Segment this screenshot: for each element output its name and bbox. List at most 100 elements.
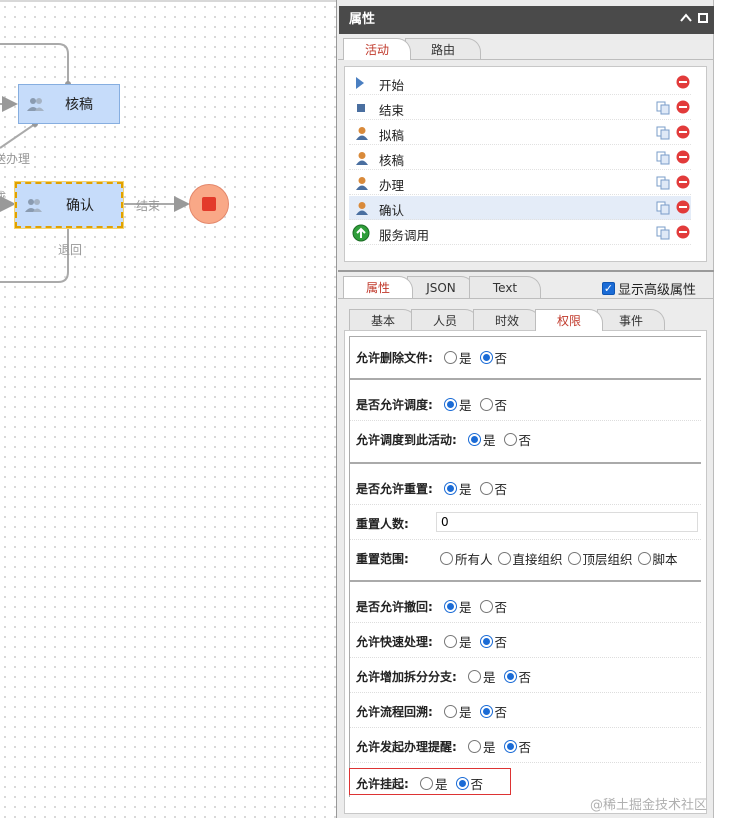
copy-icon[interactable] [656, 126, 670, 143]
delete-icon[interactable] [676, 75, 690, 92]
radio-icon[interactable] [479, 351, 493, 364]
show-advanced-toggle[interactable]: ✓ 显示高级属性 [602, 279, 696, 298]
radio-icon[interactable] [637, 552, 651, 565]
opt-label: 否 [494, 600, 508, 615]
list-item[interactable]: 结束 [349, 96, 691, 120]
collapse-icon[interactable] [680, 6, 692, 34]
radio-icon[interactable] [440, 552, 453, 565]
list-item[interactable]: 核稿 [349, 146, 691, 170]
row-allow-split: 允许增加拆分分支: 是 否 [350, 658, 701, 693]
flow-canvas[interactable]: 核稿 确认 送办理 成 结束 退回 [0, 0, 336, 818]
radio-yes[interactable]: 是 [444, 395, 472, 414]
row-label: 允许快速处理: [356, 635, 433, 649]
sub-tabs: 基本 人员 时效 权限 事件 [349, 309, 665, 331]
radio-icon[interactable] [503, 740, 517, 753]
list-item[interactable]: 拟稿 [349, 121, 691, 145]
tab-events[interactable]: 事件 [597, 309, 665, 331]
radio-no[interactable]: 否 [479, 479, 507, 498]
node-confirm[interactable]: 确认 [15, 182, 123, 228]
tab-text[interactable]: Text [469, 276, 541, 298]
radio-yes[interactable]: 是 [468, 430, 496, 449]
node-end[interactable] [189, 184, 229, 224]
row-allow-dispatch-here: 允许调度到此活动: 是 否 [350, 421, 701, 456]
radio-icon[interactable] [479, 398, 493, 411]
radio-yes[interactable]: 是 [468, 737, 496, 756]
radio-icon[interactable] [503, 670, 517, 683]
radio-no[interactable]: 否 [479, 597, 508, 616]
radio-icon[interactable] [468, 670, 481, 683]
node-confirm-label: 确认 [66, 198, 94, 214]
tab-people[interactable]: 人员 [411, 309, 479, 331]
radio-icon[interactable] [468, 740, 481, 753]
radio-yes[interactable]: 是 [444, 702, 472, 721]
radio-icon[interactable] [479, 482, 493, 495]
delete-icon[interactable] [676, 100, 690, 117]
radio-icon[interactable] [503, 433, 517, 446]
radio-yes[interactable]: 是 [444, 632, 472, 651]
delete-icon[interactable] [676, 150, 690, 167]
end-square-icon [355, 101, 367, 118]
radio-icon[interactable] [444, 351, 457, 364]
row-label: 允许发起办理提醒: [356, 740, 457, 754]
tab-timing[interactable]: 时效 [473, 309, 541, 331]
list-item[interactable]: 确认 [349, 196, 691, 220]
opt-label: 是 [459, 351, 472, 366]
radio-no[interactable]: 否 [503, 737, 531, 756]
activity-label: 开始 [379, 78, 405, 93]
radio-no[interactable]: 否 [479, 348, 507, 367]
delete-icon[interactable] [676, 200, 690, 217]
delete-icon[interactable] [676, 125, 690, 142]
edge-send [0, 123, 36, 149]
radio-yes[interactable]: 是 [444, 479, 472, 498]
service-icon [352, 224, 370, 245]
copy-icon[interactable] [656, 176, 670, 193]
radio-yes[interactable]: 是 [444, 348, 472, 367]
radio-top-org[interactable]: 顶层组织 [567, 549, 633, 568]
list-item[interactable]: 办理 [349, 171, 691, 195]
checkbox-checked-icon[interactable]: ✓ [602, 282, 615, 295]
list-item[interactable]: 开始 [349, 71, 691, 95]
radio-yes[interactable]: 是 [444, 597, 472, 616]
radio-icon[interactable] [567, 552, 581, 565]
radio-icon[interactable] [444, 635, 457, 648]
row-label: 允许调度到此活动: [356, 433, 457, 447]
reset-count-input[interactable] [436, 512, 698, 532]
radio-icon[interactable] [444, 705, 457, 718]
radio-yes[interactable]: 是 [468, 667, 496, 686]
copy-icon[interactable] [656, 226, 670, 243]
radio-no[interactable]: 否 [503, 430, 531, 449]
radio-icon[interactable] [479, 635, 493, 648]
opt-label: 否 [494, 635, 508, 650]
tab-route[interactable]: 路由 [405, 38, 481, 60]
row-label: 允许删除文件: [356, 351, 433, 365]
copy-icon[interactable] [656, 201, 670, 218]
copy-icon[interactable] [656, 101, 670, 118]
tab-activity[interactable]: 活动 [343, 38, 411, 60]
radio-icon[interactable] [468, 433, 481, 446]
delete-icon[interactable] [676, 175, 690, 192]
tab-properties[interactable]: 属性 [343, 276, 413, 298]
radio-icon[interactable] [444, 482, 457, 495]
delete-icon[interactable] [676, 225, 690, 242]
radio-script[interactable]: 脚本 [637, 549, 678, 568]
node-review[interactable]: 核稿 [18, 84, 120, 124]
radio-no[interactable]: 否 [479, 395, 507, 414]
radio-icon[interactable] [497, 552, 511, 565]
radio-direct-org[interactable]: 直接组织 [497, 549, 563, 568]
tab-permissions[interactable]: 权限 [535, 309, 603, 331]
maximize-icon[interactable] [698, 6, 708, 34]
copy-icon[interactable] [656, 151, 670, 168]
opt-label: 脚本 [652, 552, 678, 567]
list-item[interactable]: 服务调用 [349, 221, 691, 245]
opt-label: 否 [494, 705, 508, 720]
radio-icon[interactable] [444, 600, 457, 613]
radio-no[interactable]: 否 [503, 667, 531, 686]
tab-basic[interactable]: 基本 [349, 309, 417, 331]
radio-all[interactable]: 所有人 [440, 549, 493, 568]
radio-no[interactable]: 否 [479, 702, 508, 721]
radio-icon[interactable] [479, 600, 493, 613]
tab-json[interactable]: JSON [407, 276, 475, 298]
radio-icon[interactable] [479, 705, 493, 718]
radio-icon[interactable] [444, 398, 457, 411]
radio-no[interactable]: 否 [479, 632, 508, 651]
